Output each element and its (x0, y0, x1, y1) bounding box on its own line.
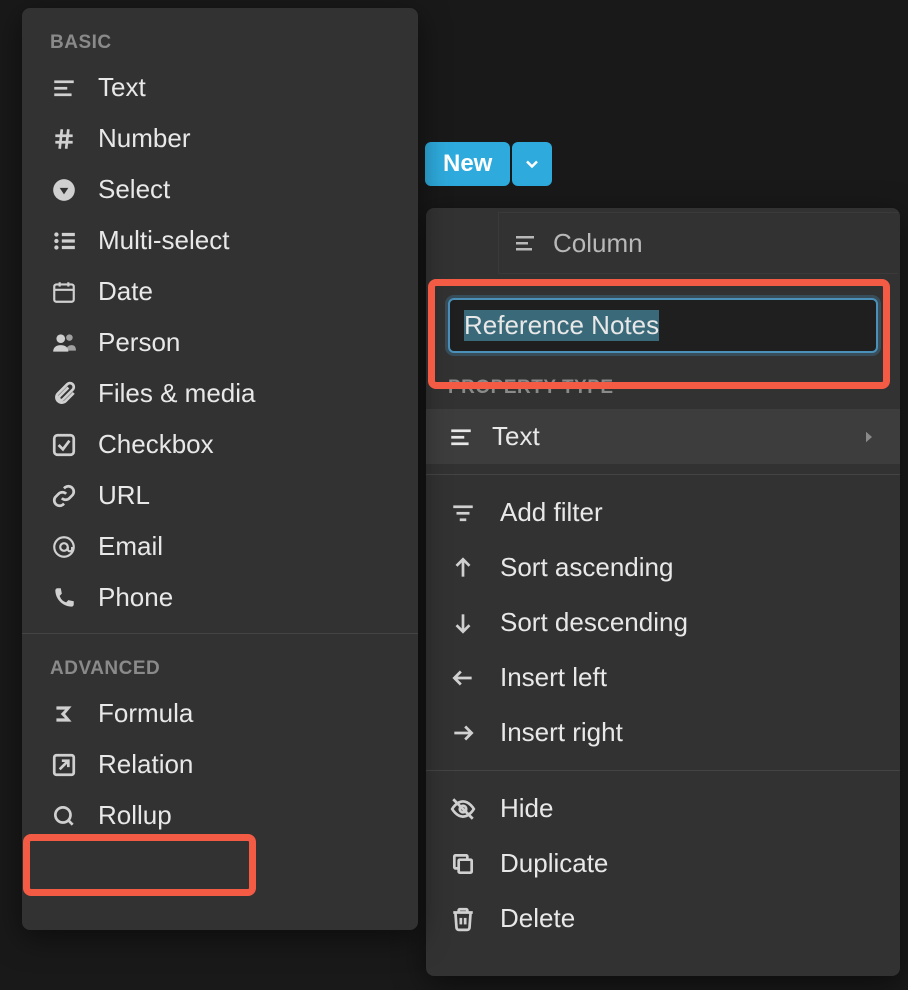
type-option-label: Person (98, 327, 180, 358)
arrow-up-icon (448, 553, 478, 583)
action-sort-ascending[interactable]: Sort ascending (426, 540, 900, 595)
action-label: Sort ascending (500, 552, 673, 583)
filter-icon (448, 498, 478, 528)
rollup-icon (50, 802, 78, 830)
new-dropdown-button[interactable] (512, 142, 552, 186)
type-option-text[interactable]: Text (22, 62, 418, 113)
relation-icon (50, 751, 78, 779)
type-option-label: Formula (98, 698, 193, 729)
column-header-label: Column (553, 228, 643, 259)
advanced-section-label: ADVANCED (22, 644, 418, 688)
action-label: Add filter (500, 497, 603, 528)
property-type-value: Text (492, 421, 540, 452)
formula-icon (50, 700, 78, 728)
type-option-label: Relation (98, 749, 193, 780)
arrow-left-icon (448, 663, 478, 693)
action-hide[interactable]: Hide (426, 781, 900, 836)
phone-icon (50, 584, 78, 612)
type-option-label: Phone (98, 582, 173, 613)
type-option-rollup[interactable]: Rollup (22, 790, 418, 841)
type-option-date[interactable]: Date (22, 266, 418, 317)
divider (22, 633, 418, 634)
type-option-label: Date (98, 276, 153, 307)
divider (426, 474, 900, 475)
file-icon (50, 380, 78, 408)
new-button[interactable]: New (425, 142, 510, 186)
text-icon (448, 424, 474, 450)
type-option-phone[interactable]: Phone (22, 572, 418, 623)
multiselect-icon (50, 227, 78, 255)
type-option-select[interactable]: Select (22, 164, 418, 215)
type-option-number[interactable]: Number (22, 113, 418, 164)
action-label: Delete (500, 903, 575, 934)
type-option-checkbox[interactable]: Checkbox (22, 419, 418, 470)
type-option-person[interactable]: Person (22, 317, 418, 368)
type-option-label: Checkbox (98, 429, 214, 460)
type-option-email[interactable]: Email (22, 521, 418, 572)
action-label: Sort descending (500, 607, 688, 638)
action-duplicate[interactable]: Duplicate (426, 836, 900, 891)
chevron-down-icon (522, 154, 542, 174)
text-icon (50, 74, 78, 102)
action-label: Insert right (500, 717, 623, 748)
property-type-label: PROPERTY TYPE (426, 371, 900, 409)
column-menu: PROPERTY TYPE Text Add filter Sort ascend… (426, 208, 900, 976)
action-add-filter[interactable]: Add filter (426, 485, 900, 540)
type-option-label: Number (98, 123, 190, 154)
person-icon (50, 329, 78, 357)
type-option-label: Select (98, 174, 170, 205)
type-option-label: Files & media (98, 378, 256, 409)
select-icon (50, 176, 78, 204)
type-option-label: Multi-select (98, 225, 229, 256)
action-insert-left[interactable]: Insert left (426, 650, 900, 705)
action-insert-right[interactable]: Insert right (426, 705, 900, 760)
duplicate-icon (448, 849, 478, 879)
type-option-files-media[interactable]: Files & media (22, 368, 418, 419)
type-option-multi-select[interactable]: Multi-select (22, 215, 418, 266)
url-icon (50, 482, 78, 510)
delete-icon (448, 904, 478, 934)
basic-section-label: BASIC (22, 18, 418, 62)
arrow-down-icon (448, 608, 478, 638)
divider (426, 770, 900, 771)
column-header[interactable]: Column (498, 212, 898, 274)
chevron-right-icon (860, 428, 878, 446)
text-icon (513, 231, 537, 255)
action-label: Duplicate (500, 848, 608, 879)
date-icon (50, 278, 78, 306)
column-name-input[interactable] (448, 298, 878, 353)
hash-icon (50, 125, 78, 153)
action-label: Hide (500, 793, 553, 824)
type-option-url[interactable]: URL (22, 470, 418, 521)
hide-icon (448, 794, 478, 824)
type-option-relation[interactable]: Relation (22, 739, 418, 790)
type-option-label: Text (98, 72, 146, 103)
type-option-label: Email (98, 531, 163, 562)
type-option-label: Rollup (98, 800, 172, 831)
arrow-right-icon (448, 718, 478, 748)
property-type-selector[interactable]: Text (426, 409, 900, 464)
email-icon (50, 533, 78, 561)
type-option-label: URL (98, 480, 150, 511)
action-sort-descending[interactable]: Sort descending (426, 595, 900, 650)
action-delete[interactable]: Delete (426, 891, 900, 946)
property-type-menu: BASIC Text Number Select Multi-select Date Pe… (22, 8, 418, 930)
checkbox-icon (50, 431, 78, 459)
action-label: Insert left (500, 662, 607, 693)
type-option-formula[interactable]: Formula (22, 688, 418, 739)
